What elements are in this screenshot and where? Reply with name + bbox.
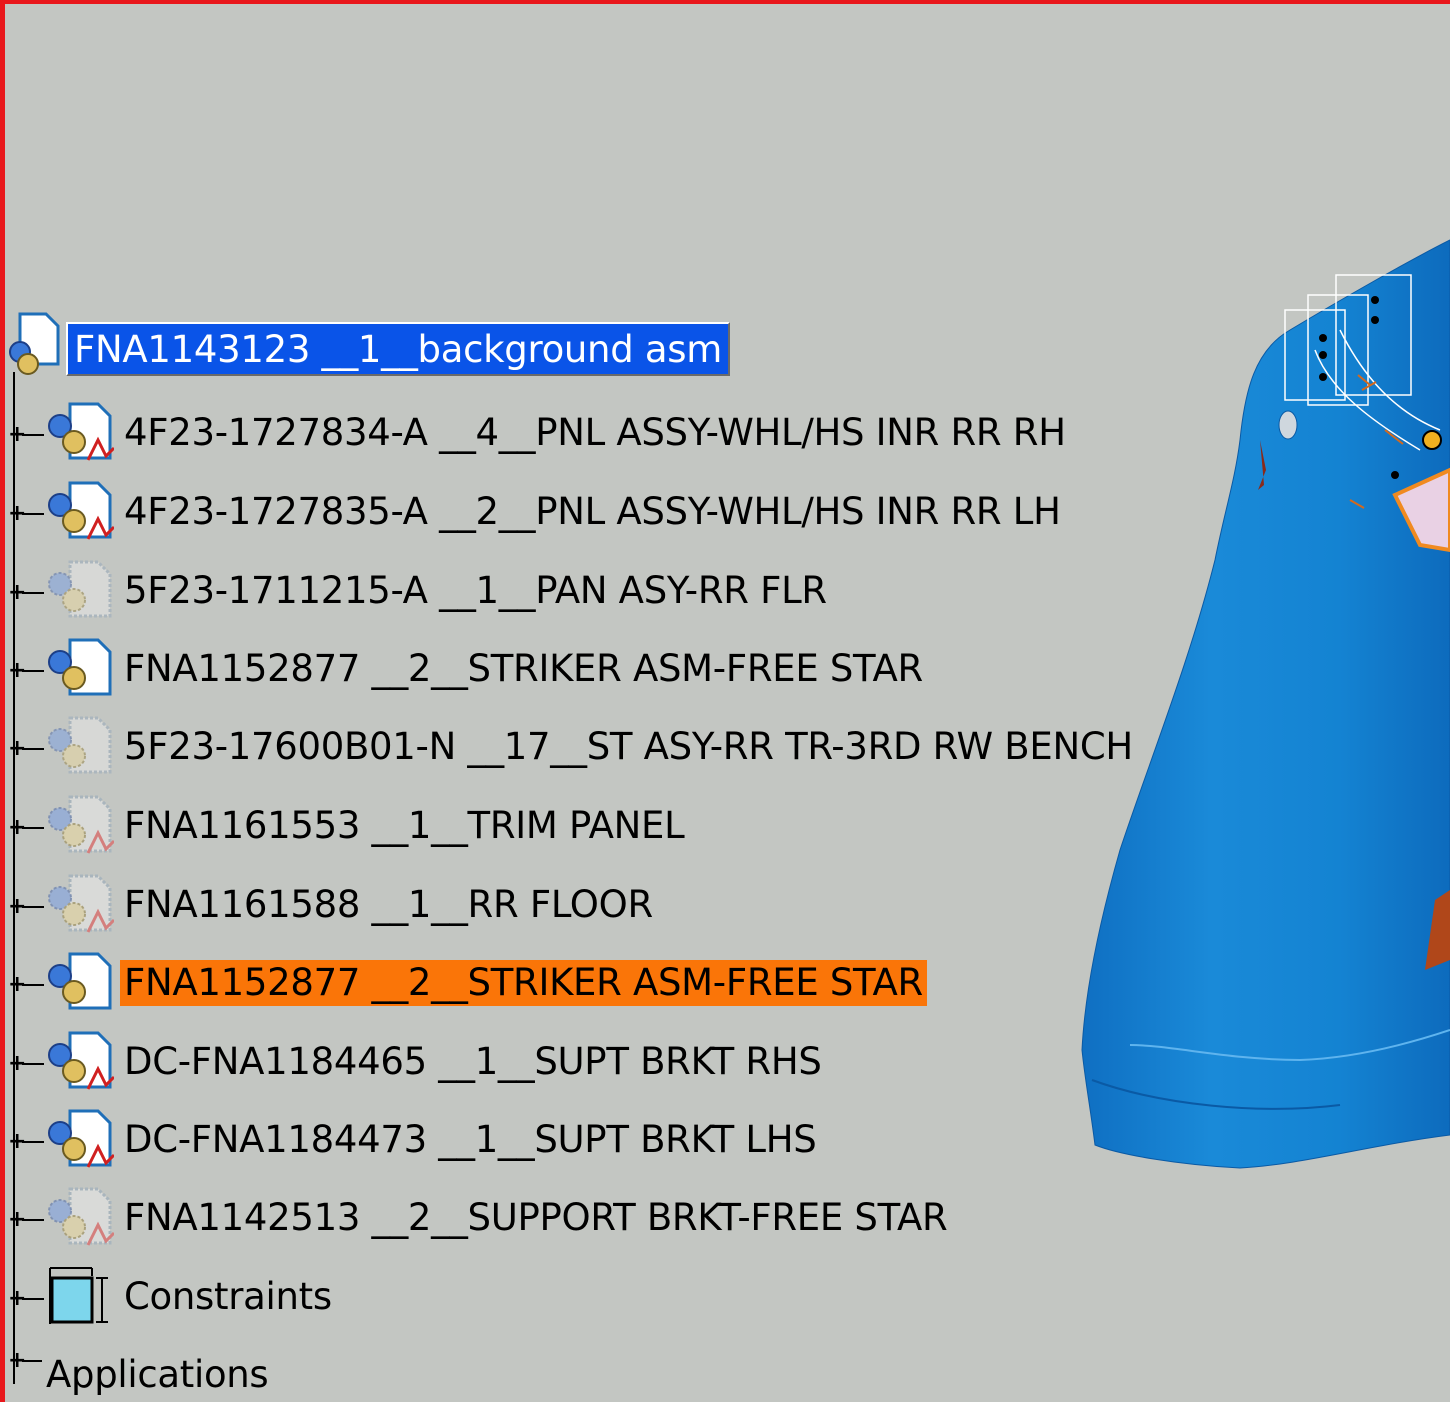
product-icon — [48, 638, 112, 696]
tree-node-label[interactable]: FNA1142513 __2__SUPPORT BRKT-FREE STAR — [120, 1195, 951, 1241]
tree-node-label-highlighted[interactable]: FNA1152877 __2__STRIKER ASM-FREE STAR — [120, 960, 927, 1006]
expand-toggle[interactable]: + — [8, 738, 48, 760]
expand-toggle[interactable]: + — [8, 1350, 48, 1372]
part-hole — [1278, 410, 1298, 440]
tree-node[interactable]: + 4F23-1727835-A __2__PNL ASSY-WHL/HS IN… — [0, 477, 1100, 547]
tree-node-label[interactable]: FNA1152877 __2__STRIKER ASM-FREE STAR — [120, 646, 927, 692]
tree-node[interactable]: + FNA1142513 __2__SUPPORT BRKT-FREE STAR — [0, 1183, 1100, 1253]
expand-toggle[interactable]: + — [8, 974, 48, 996]
expand-toggle[interactable]: + — [8, 582, 48, 604]
tree-node[interactable]: + 5F23-1711215-A __1__PAN ASY-RR FLR — [0, 556, 1100, 626]
expand-toggle[interactable]: + — [8, 1209, 48, 1231]
tree-node[interactable]: + FNA1152877 __2__STRIKER ASM-FREE STAR — [0, 634, 1100, 704]
tree-node-label[interactable]: FNA1161588 __1__RR FLOOR — [120, 882, 657, 928]
product-with-part-icon — [48, 1109, 114, 1168]
tree-root-label[interactable]: FNA1143123 __1__background asm — [66, 322, 730, 376]
expand-toggle[interactable]: + — [8, 424, 48, 446]
tree-node[interactable]: + FNA1152877 __2__STRIKER ASM-FREE STAR — [0, 948, 1100, 1018]
tree-node-label[interactable]: Constraints — [120, 1274, 336, 1320]
tree-node-label[interactable]: FNA1161553 __1__TRIM PANEL — [120, 803, 688, 849]
tree-node-label[interactable]: DC-FNA1184465 __1__SUPT BRKT RHS — [120, 1039, 826, 1085]
product-with-part-icon — [48, 481, 114, 540]
tree-node-label[interactable]: 4F23-1727834-A __4__PNL ASSY-WHL/HS INR … — [120, 410, 1070, 456]
tree-node-constraints[interactable]: + Constraints — [0, 1262, 600, 1332]
product-hidden-icon — [48, 716, 112, 774]
expand-toggle[interactable]: + — [8, 503, 48, 525]
tree-node[interactable]: + 5F23-17600B01-N __17__ST ASY-RR TR-3RD… — [0, 712, 1133, 782]
specification-tree[interactable]: FNA1143123 __1__background asm + 4F23-17… — [0, 0, 1133, 1402]
constraints-icon — [49, 1267, 108, 1324]
tree-node-applications[interactable]: + Applications — [0, 1350, 400, 1400]
product-root-icon[interactable] — [6, 312, 62, 378]
striker-anchor — [1422, 430, 1442, 450]
tree-node-label[interactable]: DC-FNA1184473 __1__SUPT BRKT LHS — [120, 1117, 820, 1163]
tree-node-label[interactable]: 5F23-17600B01-N __17__ST ASY-RR TR-3RD R… — [120, 724, 1137, 770]
expand-toggle[interactable]: + — [8, 1131, 48, 1153]
tree-node[interactable]: + FNA1161553 __1__TRIM PANEL — [0, 791, 1100, 861]
product-part-hidden-icon — [48, 874, 114, 933]
tree-node[interactable]: + FNA1161588 __1__RR FLOOR — [0, 870, 1100, 940]
expand-toggle[interactable]: + — [8, 1288, 48, 1310]
3d-viewport[interactable] — [1040, 200, 1450, 1200]
expand-toggle[interactable]: + — [8, 660, 48, 682]
tree-node-label[interactable]: Applications — [46, 1352, 269, 1398]
product-with-part-icon — [48, 402, 114, 461]
product-part-hidden-icon — [48, 795, 114, 854]
product-hidden-icon — [48, 560, 112, 618]
expand-toggle[interactable]: + — [8, 1053, 48, 1075]
tree-node-label[interactable]: 5F23-1711215-A __1__PAN ASY-RR FLR — [120, 568, 831, 614]
tree-node[interactable]: + DC-FNA1184465 __1__SUPT BRKT RHS — [0, 1027, 1100, 1097]
tree-node[interactable]: + 4F23-1727834-A __4__PNL ASSY-WHL/HS IN… — [0, 398, 1100, 468]
tree-node[interactable]: + DC-FNA1184473 __1__SUPT BRKT LHS — [0, 1105, 1100, 1175]
product-with-part-icon — [48, 1031, 114, 1090]
product-part-hidden-icon — [48, 1187, 114, 1246]
expand-toggle[interactable]: + — [8, 817, 48, 839]
expand-toggle[interactable]: + — [8, 896, 48, 918]
tree-node-label[interactable]: 4F23-1727835-A __2__PNL ASSY-WHL/HS INR … — [120, 489, 1065, 535]
product-icon — [48, 952, 112, 1010]
part-body[interactable] — [1081, 239, 1450, 1169]
